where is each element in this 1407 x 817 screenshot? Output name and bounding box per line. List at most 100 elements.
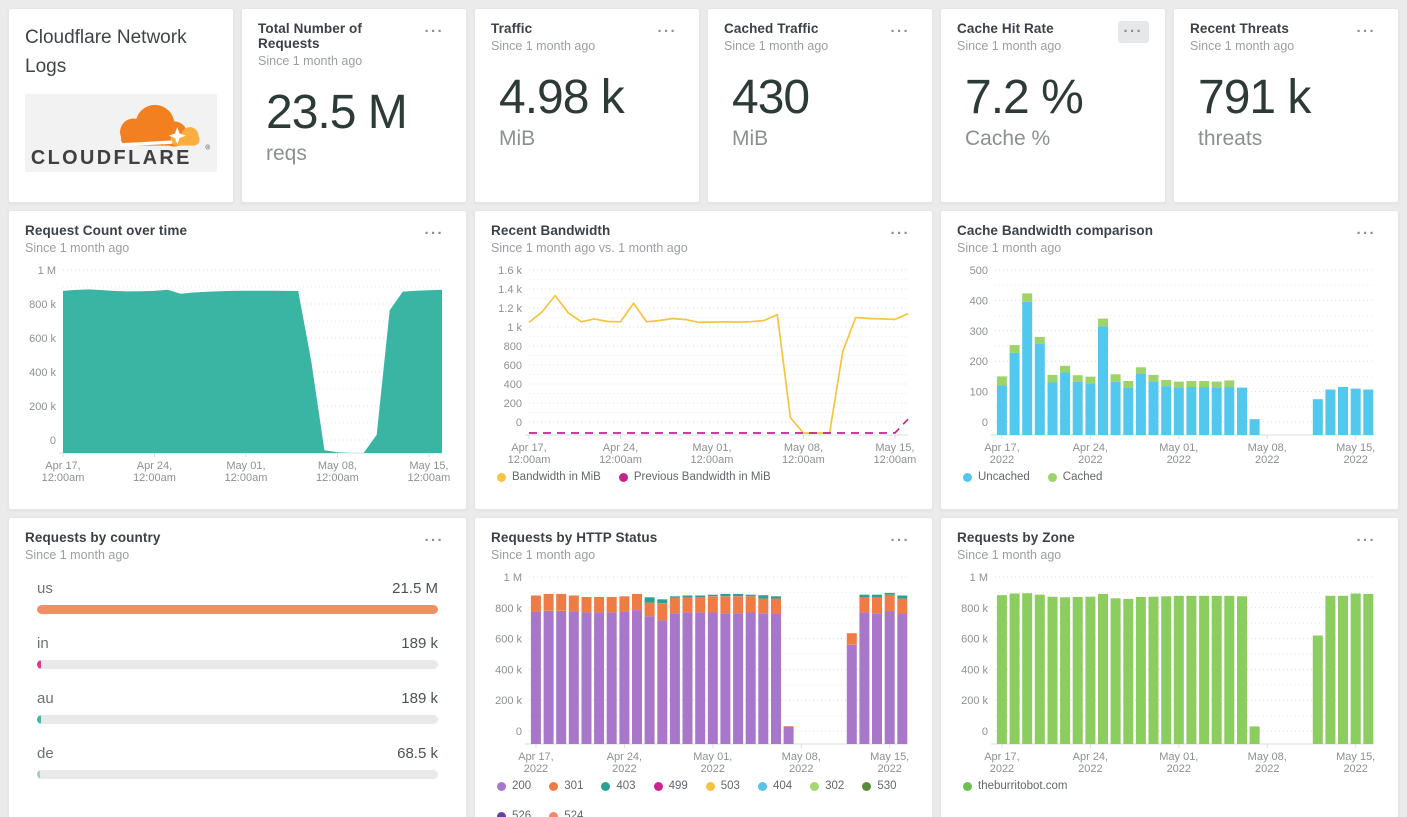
legend-item[interactable]: 499 [653, 780, 688, 792]
svg-text:May 15,: May 15, [1336, 442, 1375, 454]
svg-text:12:00am: 12:00am [691, 454, 734, 466]
svg-text:Apr 17,: Apr 17, [984, 751, 1019, 763]
panel-subtitle: Since 1 month ago [957, 241, 1062, 255]
stat-unit: reqs [266, 142, 307, 166]
panel-menu-button[interactable]: ··· [1351, 21, 1383, 43]
country-bar-fill [37, 770, 40, 779]
svg-text:Apr 17,: Apr 17, [984, 442, 1019, 454]
panel-title: Recent Threats [1190, 21, 1289, 36]
panel-menu-button[interactable]: ··· [885, 21, 917, 43]
panel-title: Request Count over time [25, 223, 188, 238]
legend-item[interactable]: 404 [757, 780, 793, 792]
country-label: us [37, 580, 53, 597]
legend-item[interactable]: 403 [601, 780, 636, 792]
legend-item[interactable]: Uncached [963, 471, 1030, 483]
legend-dot-icon [862, 781, 872, 791]
svg-text:0: 0 [50, 435, 56, 447]
country-value: 21.5 M [392, 580, 438, 597]
svg-text:Apr 24,: Apr 24, [1073, 751, 1108, 763]
legend-label: Previous Bandwidth in MiB [633, 471, 771, 483]
legend-dot-icon [653, 781, 663, 791]
panel-menu-button[interactable]: ··· [419, 530, 451, 552]
panel-title: Requests by HTTP Status [491, 530, 658, 545]
stat-unit: threats [1198, 127, 1263, 151]
svg-text:May 08,: May 08, [784, 442, 823, 454]
country-label: au [37, 690, 54, 707]
stat-value: 791 k [1198, 71, 1311, 124]
svg-text:1.2 k: 1.2 k [498, 303, 522, 315]
legend-label: 200 [512, 780, 532, 792]
svg-text:0: 0 [982, 417, 988, 429]
svg-text:2022: 2022 [1255, 763, 1279, 775]
legend-dot-icon [963, 472, 972, 482]
country-label: de [37, 745, 54, 762]
legend-item[interactable]: Cached [1047, 471, 1102, 483]
panel-menu-button[interactable]: ··· [419, 223, 451, 245]
legend-item[interactable]: 524 [549, 810, 583, 817]
cache-bandwidth-legend: Uncached Cached [963, 471, 1382, 483]
legend-label: 403 [616, 780, 636, 792]
svg-text:2022: 2022 [877, 763, 901, 775]
country-label: in [37, 635, 49, 652]
http-status-bar-chart[interactable]: 1 M800 k600 k400 k200 k0Apr 17,2022Apr 2… [491, 566, 916, 776]
stat-panel-cached-traffic: Cached Traffic Since 1 month ago ··· 430… [707, 8, 933, 203]
legend-item[interactable]: Bandwidth in MiB [497, 471, 601, 483]
country-bar-track [37, 770, 438, 779]
panel-menu-button[interactable]: ··· [1117, 21, 1149, 43]
legend-item[interactable]: 301 [549, 780, 583, 792]
svg-text:May 15,: May 15, [409, 460, 448, 472]
panel-menu-button[interactable]: ··· [419, 21, 451, 43]
svg-text:12:00am: 12:00am [133, 472, 176, 484]
stat-value: 430 [732, 71, 810, 124]
svg-text:2022: 2022 [1167, 763, 1191, 775]
legend-dot-icon [963, 781, 972, 791]
panel-subtitle: Since 1 month ago [491, 39, 596, 53]
panel-title: Requests by country [25, 530, 161, 545]
panel-subtitle: Since 1 month ago [1190, 39, 1295, 53]
request-count-area-chart[interactable]: 1 M800 k600 k400 k200 k0Apr 17,12:00amAp… [25, 259, 450, 485]
legend-item[interactable]: Previous Bandwidth in MiB [618, 471, 771, 483]
svg-text:200 k: 200 k [29, 401, 56, 413]
country-bar-track [37, 715, 438, 724]
zone-bar-chart[interactable]: 1 M800 k600 k400 k200 k0Apr 17,2022Apr 2… [957, 566, 1382, 776]
legend-item[interactable]: 503 [705, 780, 740, 792]
cache-bandwidth-bar-chart[interactable]: 5004003002001000Apr 17,2022Apr 24,2022Ma… [957, 259, 1382, 467]
legend-item[interactable]: 530 [862, 780, 897, 792]
legend-label: 404 [772, 780, 793, 792]
legend-label: Bandwidth in MiB [512, 471, 601, 483]
panel-menu-button[interactable]: ··· [1351, 223, 1383, 245]
legend-label: 301 [564, 780, 584, 792]
svg-text:May 15,: May 15, [1336, 751, 1375, 763]
panel-subtitle: Since 1 month ago [25, 548, 130, 562]
svg-text:800 k: 800 k [29, 299, 56, 311]
svg-text:Apr 17,: Apr 17, [518, 751, 553, 763]
svg-text:500: 500 [970, 265, 988, 277]
panel-menu-button[interactable]: ··· [1351, 530, 1383, 552]
panel-menu-button[interactable]: ··· [885, 530, 917, 552]
stat-panel-traffic: Traffic Since 1 month ago ··· 4.98 k MiB [474, 8, 700, 203]
svg-text:600 k: 600 k [961, 634, 988, 646]
panel-subtitle: Since 1 month ago [957, 39, 1062, 53]
legend-dot-icon [618, 472, 628, 482]
svg-text:0: 0 [516, 417, 522, 429]
legend-item[interactable]: 526 [497, 810, 531, 817]
legend-dot-icon [810, 781, 820, 791]
stats-row: Cloudflare Network Logs CLOUDFLARE ® Tot… [8, 8, 1399, 203]
bandwidth-line-chart[interactable]: 1.6 k1.4 k1.2 k1 k8006004002000Apr 17,12… [491, 259, 916, 467]
svg-text:Apr 24,: Apr 24, [137, 460, 172, 472]
cloudflare-logo-image: CLOUDFLARE ® [31, 104, 210, 169]
svg-text:2022: 2022 [701, 763, 725, 775]
svg-text:May 15,: May 15, [875, 442, 914, 454]
legend-label: Uncached [978, 471, 1030, 483]
legend-item[interactable]: theburritobot.com [963, 780, 1068, 792]
panel-subtitle: Since 1 month ago vs. 1 month ago [491, 241, 688, 255]
legend-item[interactable]: 302 [810, 780, 844, 792]
panel-menu-button[interactable]: ··· [652, 21, 684, 43]
legend-dot-icon [601, 781, 611, 791]
panel-menu-button[interactable]: ··· [885, 223, 917, 245]
svg-text:May 01,: May 01, [1159, 442, 1198, 454]
cloudflare-logo: CLOUDFLARE ® [25, 93, 217, 172]
legend-item[interactable]: 200 [497, 780, 531, 792]
country-bar-fill [37, 660, 41, 669]
legend-dot-icon [705, 781, 715, 791]
